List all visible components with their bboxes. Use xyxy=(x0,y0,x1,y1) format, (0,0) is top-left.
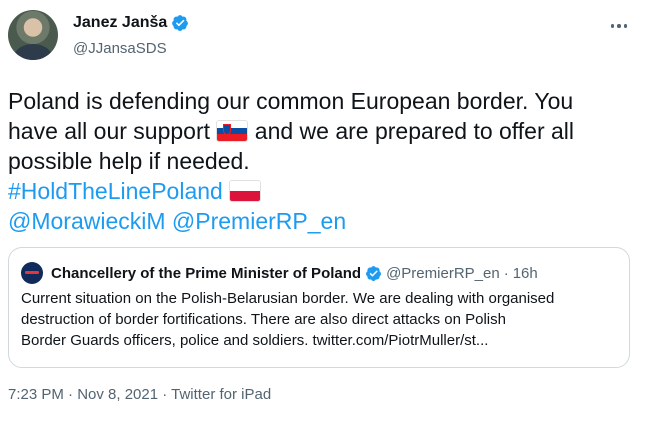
tweet-line: @MorawieckiM @PremierRP_en xyxy=(8,206,640,236)
quoted-separator: · xyxy=(503,264,509,282)
quoted-line: Current situation on the Polish-Belarusi… xyxy=(21,290,555,307)
tweet-text: Poland is defending our common European … xyxy=(8,86,640,236)
tweet-line: Poland is defending our common European … xyxy=(8,88,574,114)
quoted-tweet[interactable]: Chancellery of the Prime Minister of Pol… xyxy=(8,247,630,368)
more-dot xyxy=(617,24,621,28)
mention-link[interactable]: @PremierRP_en xyxy=(172,208,346,234)
flag-poland-icon xyxy=(229,180,262,202)
author-display-name[interactable]: Janez Janša xyxy=(73,14,167,32)
verified-badge-icon xyxy=(366,265,382,281)
avatar-shoulders xyxy=(14,44,52,60)
quoted-avatar xyxy=(21,262,43,284)
tweet-line: have all our support and we are prepared… xyxy=(8,116,640,146)
tweet-line: #HoldTheLinePoland xyxy=(8,176,640,206)
tweet-text-segment: and we are prepared to offer all xyxy=(254,118,575,144)
mention-link[interactable]: @MorawieckiM xyxy=(8,208,166,234)
quoted-tweet-header: Chancellery of the Prime Minister of Pol… xyxy=(21,262,538,284)
tweet-card: Janez Janša @JJansaSDS Poland is defendi… xyxy=(0,0,648,424)
hashtag-link[interactable]: #HoldTheLinePoland xyxy=(8,178,223,204)
tweet-text-segment: have all our support xyxy=(8,118,211,144)
author-handle[interactable]: @JJansaSDS xyxy=(73,40,167,57)
quoted-display-name: Chancellery of the Prime Minister of Pol… xyxy=(51,264,362,282)
tweet-line: possible help if needed. xyxy=(8,148,250,174)
author-name-row: Janez Janša xyxy=(73,14,189,32)
more-dot xyxy=(623,24,628,28)
verified-badge-icon xyxy=(172,15,189,31)
quoted-line: destruction of border fortifications. Th… xyxy=(21,311,506,328)
author-avatar[interactable] xyxy=(8,10,58,60)
quoted-handle: @PremierRP_en xyxy=(386,264,500,282)
quoted-line: Border Guards officers, police and soldi… xyxy=(21,332,489,349)
flag-slovenia-icon xyxy=(216,120,249,142)
tweet-timestamp[interactable]: 7:23 PM · Nov 8, 2021 · Twitter for iPad xyxy=(8,386,271,403)
more-options-icon[interactable] xyxy=(605,12,633,40)
quoted-timestamp: 16h xyxy=(512,264,538,282)
quoted-text: Current situation on the Polish-Belarusi… xyxy=(21,288,621,351)
more-dot xyxy=(610,24,615,28)
